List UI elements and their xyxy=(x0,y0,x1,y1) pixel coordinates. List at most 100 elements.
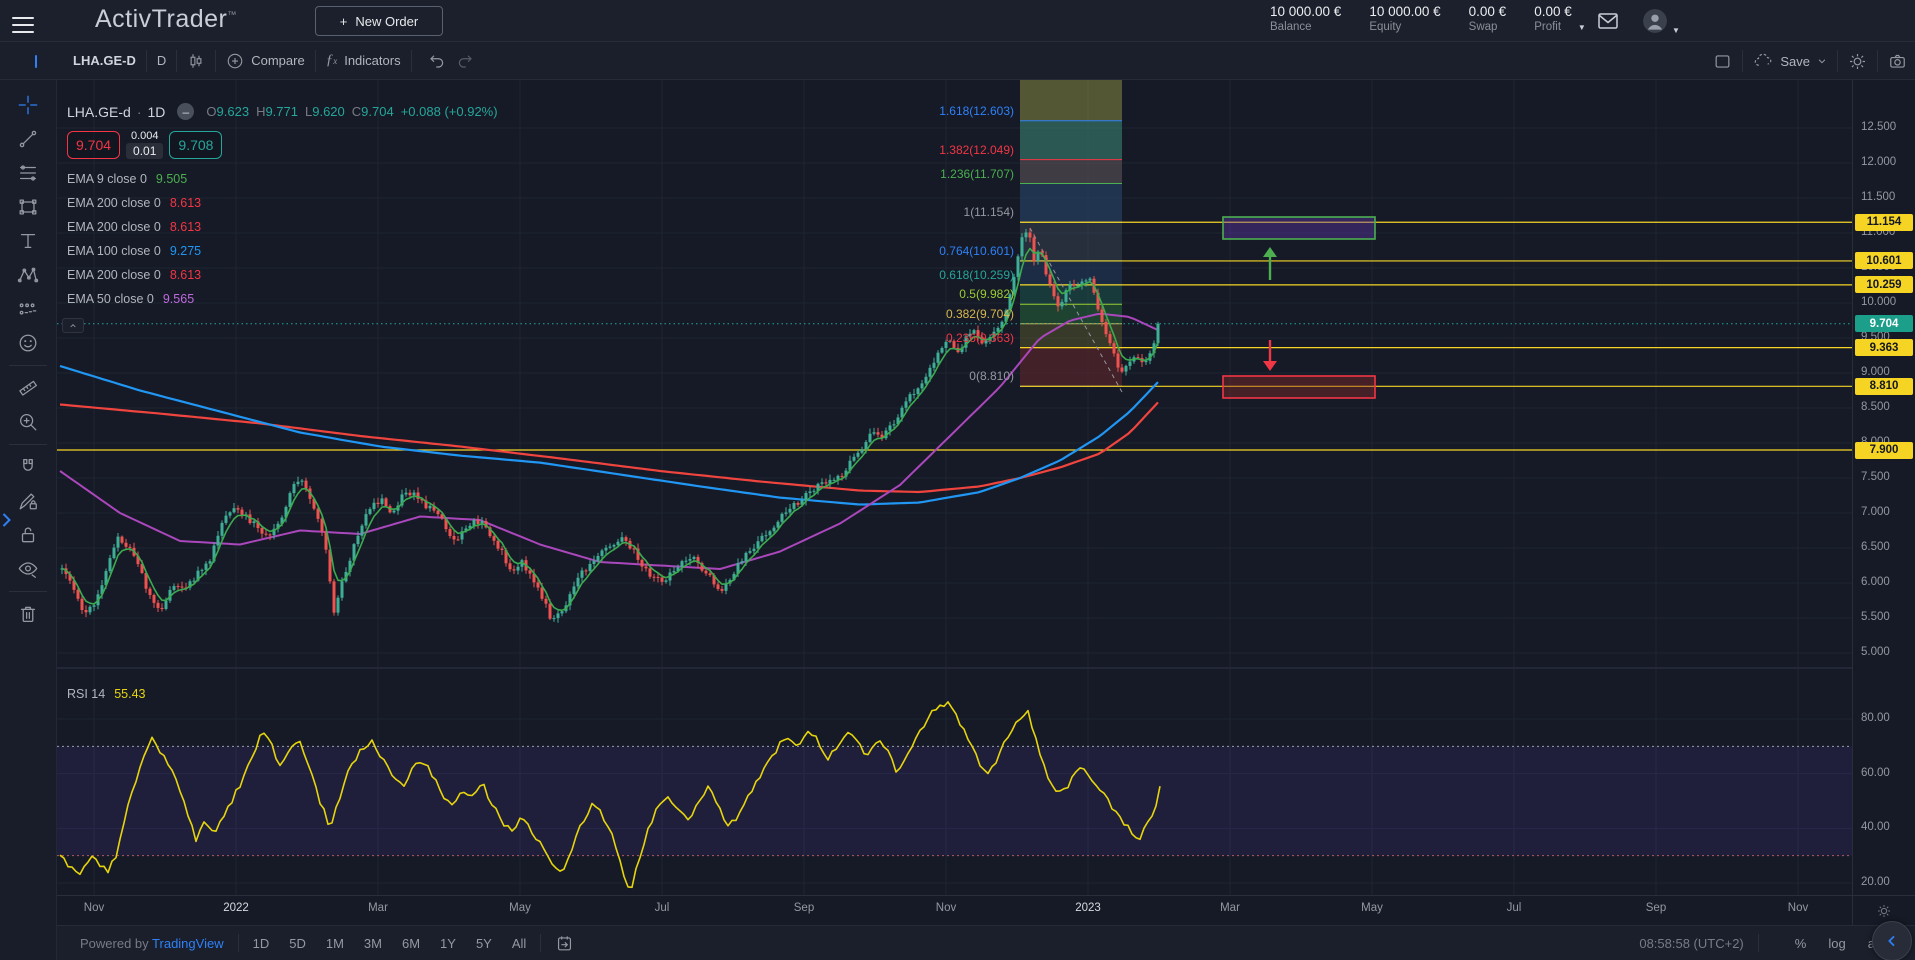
indicator-row[interactable]: EMA 50 close 09.565 xyxy=(67,287,498,311)
mail-icon[interactable] xyxy=(1596,9,1620,38)
shapes-icon[interactable] xyxy=(9,190,47,224)
save-button[interactable]: Save xyxy=(1753,51,1827,71)
alert-price-badge[interactable]: 8.810 xyxy=(1855,378,1913,395)
lock-all-icon[interactable] xyxy=(9,518,47,552)
scale-button-log[interactable]: log xyxy=(1828,936,1845,951)
range-button-all[interactable]: All xyxy=(512,936,526,951)
price-tick: 7.000 xyxy=(1861,506,1890,518)
alert-price-badge[interactable]: 10.601 xyxy=(1855,252,1913,269)
stat-value: 0.00 € xyxy=(1534,4,1572,19)
caret-down-icon[interactable]: ▼ xyxy=(1578,23,1586,32)
candles-icon[interactable] xyxy=(187,52,205,70)
time-tick: Mar xyxy=(1220,902,1240,914)
time-tick: Nov xyxy=(936,902,956,914)
clock[interactable]: 08:58:58 (UTC+2) xyxy=(1639,936,1743,951)
indicator-value: 8.613 xyxy=(170,268,201,282)
collapse-widget-button[interactable] xyxy=(1872,921,1912,960)
fib-level-label: 0.382(9.704) xyxy=(854,307,1014,321)
range-button-1y[interactable]: 1Y xyxy=(440,936,456,951)
text-icon[interactable] xyxy=(9,224,47,258)
ruler-icon[interactable] xyxy=(9,371,47,405)
user-avatar-icon[interactable] xyxy=(1642,8,1668,39)
remove-drawings-icon[interactable] xyxy=(9,597,47,631)
chart-toolbar: LHA.GE-D D Compare ƒx Indicators xyxy=(0,42,1915,80)
indicators-button[interactable]: ƒx Indicators xyxy=(326,52,401,69)
go-to-date-icon[interactable] xyxy=(555,934,574,953)
range-button-5d[interactable]: 5D xyxy=(289,936,306,951)
redo-button[interactable] xyxy=(456,52,474,70)
tradingview-link[interactable]: TradingView xyxy=(152,936,224,951)
price-tick: 5.000 xyxy=(1861,646,1890,658)
xabcd-pattern-icon[interactable] xyxy=(9,258,47,292)
alert-price-badge[interactable]: 10.259 xyxy=(1855,276,1913,293)
range-button-1d[interactable]: 1D xyxy=(253,936,270,951)
indicator-value: 9.275 xyxy=(170,244,201,258)
emoji-icon[interactable] xyxy=(9,326,47,360)
price-tick: 12.000 xyxy=(1861,156,1896,168)
rsi-legend: RSI 14 55.43 xyxy=(67,687,146,701)
range-button-3m[interactable]: 3M xyxy=(364,936,382,951)
legend-collapse-button[interactable] xyxy=(62,318,84,333)
indicator-row[interactable]: EMA 200 close 08.613 xyxy=(67,263,498,287)
trend-line-icon[interactable] xyxy=(9,122,47,156)
current-price-badge[interactable]: 9.704 xyxy=(1855,315,1913,332)
indicator-row[interactable]: EMA 9 close 09.505 xyxy=(67,167,498,191)
forecast-icon[interactable] xyxy=(9,292,47,326)
sidebar-divider xyxy=(9,365,47,366)
line-tool-indicator xyxy=(35,55,37,68)
legend-timeframe[interactable]: 1D xyxy=(147,104,165,120)
stat-label: Balance xyxy=(1270,21,1341,33)
rsi-value: 55.43 xyxy=(114,687,145,701)
magnet-icon[interactable] xyxy=(9,450,47,484)
legend-symbol[interactable]: LHA.GE-d xyxy=(67,104,131,120)
range-button-6m[interactable]: 6M xyxy=(402,936,420,951)
layout-icon[interactable] xyxy=(1713,52,1732,71)
axis-settings-corner[interactable] xyxy=(1852,895,1915,925)
crosshair-icon[interactable] xyxy=(9,88,47,122)
zoom-in-icon[interactable] xyxy=(9,405,47,439)
gear-icon[interactable] xyxy=(1848,52,1867,71)
menu-icon[interactable] xyxy=(12,12,34,30)
sell-button[interactable]: 9.704 xyxy=(67,131,120,159)
indicator-row[interactable]: EMA 100 close 09.275 xyxy=(67,239,498,263)
drawing-lock-icon[interactable] xyxy=(9,484,47,518)
symbol-selector[interactable]: LHA.GE-D xyxy=(73,53,136,68)
timeframe-selector[interactable]: D xyxy=(157,53,166,68)
alert-price-badge[interactable]: 9.363 xyxy=(1855,339,1913,356)
fib-retracement-icon[interactable] xyxy=(9,156,47,190)
fib-level-label: 1.382(12.049) xyxy=(854,143,1014,157)
new-order-button[interactable]: + New Order xyxy=(315,6,443,36)
undo-button[interactable] xyxy=(428,52,446,70)
buy-button[interactable]: 9.708 xyxy=(169,131,222,159)
indicator-row[interactable]: EMA 200 close 08.613 xyxy=(67,191,498,215)
range-button-1m[interactable]: 1M xyxy=(326,936,344,951)
rsi-name[interactable]: RSI 14 xyxy=(67,687,105,701)
hide-series-button[interactable]: – xyxy=(177,103,194,120)
expand-panel-chevron-icon[interactable] xyxy=(0,508,13,532)
compare-button[interactable]: Compare xyxy=(226,52,304,70)
alert-price-badge[interactable]: 11.154 xyxy=(1855,214,1913,231)
ohlc-value: 9.771 xyxy=(265,104,298,119)
caret-down-icon[interactable]: ▼ xyxy=(1672,26,1680,35)
rsi-tick: 20.00 xyxy=(1861,876,1890,888)
time-tick: Sep xyxy=(1646,902,1666,914)
scale-button-%[interactable]: % xyxy=(1795,936,1807,951)
time-tick: Jul xyxy=(655,902,670,914)
ohlc-item: H9.771 xyxy=(256,104,298,119)
stat-value: 10 000.00 € xyxy=(1369,4,1440,19)
price-axis[interactable]: 12.50012.00011.50011.00010.50010.0009.50… xyxy=(1852,80,1915,925)
header: ActivTrader™ + New Order 10 000.00 €Bala… xyxy=(0,0,1915,42)
time-tick: Sep xyxy=(794,902,814,914)
ohlc-item: C9.704 xyxy=(352,104,394,119)
time-axis[interactable]: Nov2022MarMayJulSepNov2023MarMayJulSepNo… xyxy=(57,895,1852,925)
indicator-row[interactable]: EMA 200 close 08.613 xyxy=(67,215,498,239)
alert-price-badge[interactable]: 7.900 xyxy=(1855,442,1913,459)
chart-legend: LHA.GE-d · 1D – O9.623H9.771L9.620C9.704… xyxy=(67,103,498,311)
time-tick: May xyxy=(509,902,531,914)
camera-icon[interactable] xyxy=(1888,52,1907,71)
time-tick: Mar xyxy=(368,902,388,914)
fib-level-label: 1.618(12.603) xyxy=(854,104,1014,118)
range-button-5y[interactable]: 5Y xyxy=(476,936,492,951)
hide-drawings-icon[interactable] xyxy=(9,552,47,586)
account-stats: 10 000.00 €Balance10 000.00 €Equity0.00 … xyxy=(1270,4,1572,33)
